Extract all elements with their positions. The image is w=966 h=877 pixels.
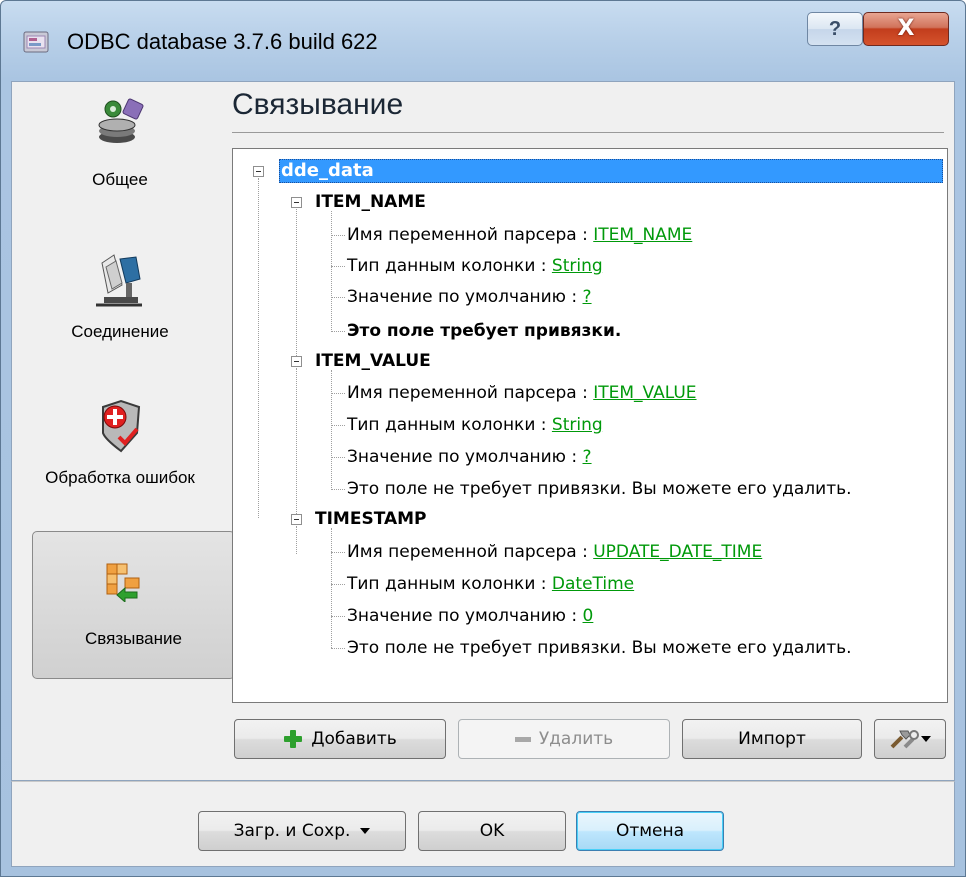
ok-button[interactable]: OK (418, 811, 566, 851)
minus-icon (514, 736, 531, 742)
cancel-button[interactable]: Отмена (576, 811, 724, 851)
column-type-link[interactable]: DateTime (552, 574, 634, 594)
leaf-label: Значение по умолчанию : (347, 287, 583, 307)
sidebar: Общее Соединение Обработка ошибок Связыв… (20, 81, 235, 771)
load-save-dropdown-button[interactable]: Загр. и Сохр. (198, 811, 406, 851)
leaf-label: Имя переменной парсера : (347, 383, 594, 403)
sidebar-item-label: Обработка ошибок (45, 468, 195, 487)
add-button[interactable]: Добавить (234, 719, 446, 759)
close-button[interactable]: X (863, 12, 949, 46)
ok-button-label: OK (479, 821, 505, 841)
page-title: Связывание (232, 88, 404, 121)
error-handling-icon (102, 399, 141, 453)
leaf-label: Имя переменной парсера : (347, 225, 594, 245)
tree-root-selection[interactable] (279, 159, 943, 183)
sidebar-item-label: Общее (92, 170, 148, 189)
binding-tree[interactable]: dde_data ITEM_NAME Имя переменной парсер… (232, 148, 948, 703)
tree-root-label: dde_data (281, 160, 374, 181)
chevron-down-icon (921, 736, 931, 742)
general-settings-icon (98, 98, 144, 143)
import-button[interactable]: Импорт (682, 719, 862, 759)
tree-leaf: Тип данным колонки : String (347, 415, 603, 435)
tree-leaf: Имя переменной парсера : ITEM_NAME (347, 225, 692, 245)
collapse-toggle[interactable] (291, 197, 302, 208)
cancel-button-label: Отмена (615, 821, 685, 841)
tree-leaf: Имя переменной парсера : UPDATE_DATE_TIM… (347, 542, 762, 562)
default-value-link[interactable]: ? (583, 447, 592, 467)
binding-optional-note: Это поле не требует привязки. Вы можете … (347, 479, 852, 499)
leaf-label: Тип данным колонки : (347, 415, 552, 435)
leaf-label: Значение по умолчанию : (347, 606, 583, 626)
default-value-link[interactable]: 0 (583, 606, 594, 626)
load-save-label: Загр. и Сохр. (233, 821, 351, 841)
help-button[interactable]: ? (807, 12, 863, 46)
collapse-toggle[interactable] (291, 514, 302, 525)
title-divider (232, 132, 944, 133)
binding-icon (106, 563, 140, 602)
sidebar-item-error-handling[interactable]: Обработка ошибок (20, 391, 220, 521)
tree-field-item-value[interactable]: ITEM_VALUE (315, 351, 431, 371)
tree-field-item-name[interactable]: ITEM_NAME (315, 192, 426, 212)
column-type-link[interactable]: String (552, 256, 603, 276)
binding-optional-note: Это поле не требует привязки. Вы можете … (347, 638, 852, 658)
column-type-link[interactable]: String (552, 415, 603, 435)
tree-leaf: Значение по умолчанию : ? (347, 447, 592, 467)
sidebar-item-general[interactable]: Общее (20, 91, 220, 201)
leaf-label: Значение по умолчанию : (347, 447, 583, 467)
tools-menu-button[interactable] (874, 719, 946, 759)
sidebar-item-label: Соединение (71, 322, 169, 341)
binding-required-note: Это поле требует привязки. (347, 321, 622, 341)
parser-variable-link[interactable]: ITEM_VALUE (593, 383, 696, 403)
default-value-link[interactable]: ? (583, 287, 592, 307)
app-icon (23, 31, 49, 53)
delete-button-label: Удалить (538, 729, 614, 749)
leaf-label: Тип данным колонки : (347, 574, 552, 594)
delete-button[interactable]: Удалить (458, 719, 670, 759)
collapse-toggle[interactable] (291, 356, 302, 367)
import-button-label: Импорт (738, 729, 806, 749)
sidebar-item-binding[interactable]: Связывание (32, 531, 235, 679)
add-button-label: Добавить (311, 729, 397, 749)
chevron-down-icon (360, 828, 371, 834)
parser-variable-link[interactable]: UPDATE_DATE_TIME (593, 542, 762, 562)
tree-leaf: Тип данным колонки : String (347, 256, 603, 276)
sidebar-item-connection[interactable]: Соединение (20, 241, 220, 351)
tools-icon (890, 730, 919, 749)
plus-icon (283, 729, 303, 749)
window-title: ODBC database 3.7.6 build 622 (67, 29, 378, 54)
tree-leaf: Тип данным колонки : DateTime (347, 574, 634, 594)
collapse-toggle[interactable] (253, 166, 264, 177)
tree-leaf: Значение по умолчанию : 0 (347, 606, 593, 626)
tree-leaf: Значение по умолчанию : ? (347, 287, 592, 307)
parser-variable-link[interactable]: ITEM_NAME (593, 225, 692, 245)
leaf-label: Тип данным колонки : (347, 256, 552, 276)
connection-icon (96, 254, 142, 307)
leaf-label: Имя переменной парсера : (347, 542, 594, 562)
tree-leaf: Имя переменной парсера : ITEM_VALUE (347, 383, 697, 403)
title-bar[interactable]: ODBC database 3.7.6 build 622 ? X (1, 1, 965, 81)
tree-field-timestamp[interactable]: TIMESTAMP (315, 509, 427, 529)
sidebar-item-label: Связывание (85, 629, 182, 648)
